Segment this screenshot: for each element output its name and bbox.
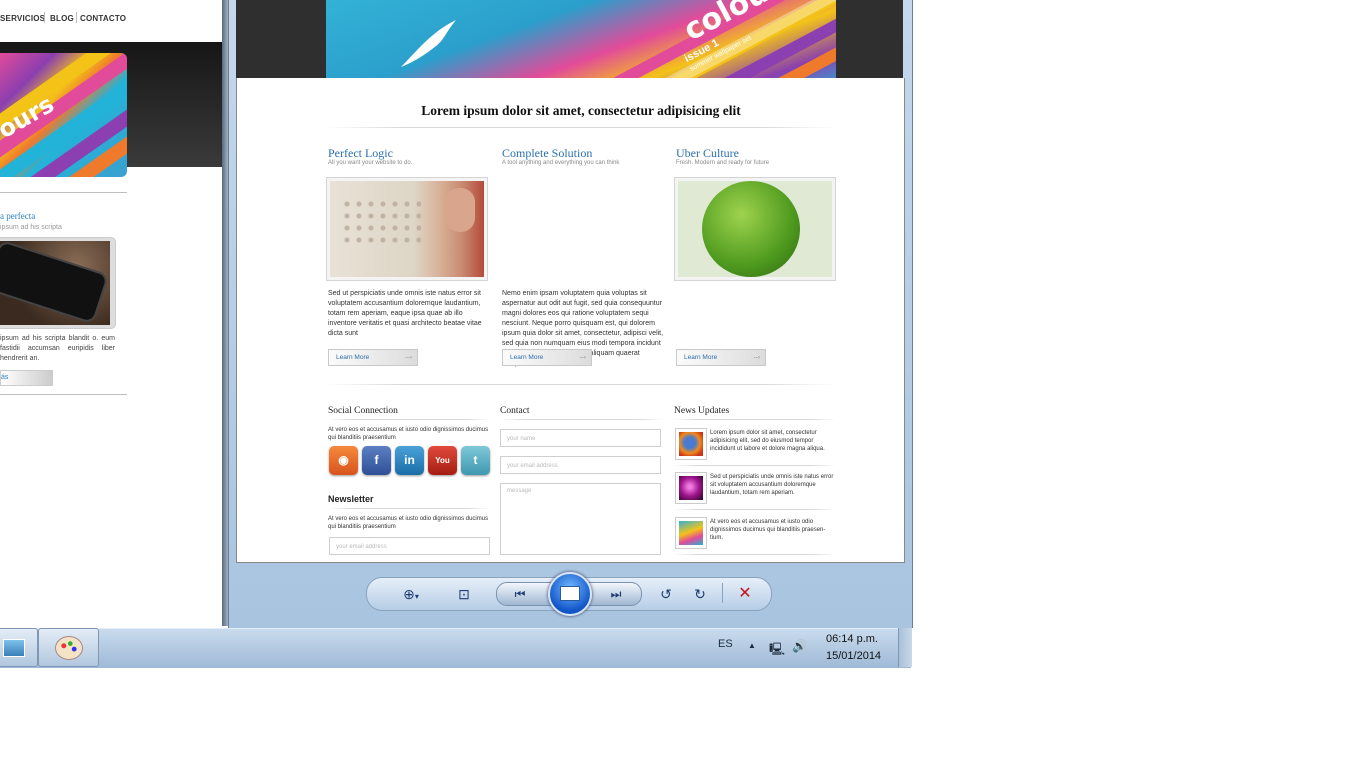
delete-icon[interactable]: ✕ [735,584,755,604]
twitter-icon[interactable]: t [461,446,490,475]
divider [0,394,127,395]
youtube-icon[interactable]: You [428,446,457,475]
column-subtitle: Fresh. Modern and ready for future [676,160,770,166]
left-feature-subtitle: ipsum ad his scripta [0,224,62,231]
left-feature-title: a perfecta [0,211,36,221]
rss-icon[interactable]: ◉ [329,446,358,475]
left-nav: SERVICIOS BLOG CONTACTO [0,8,222,28]
column-title: Perfect Logic [328,146,393,160]
arrow-right-icon: --› [753,354,761,361]
volume-icon[interactable]: 🔊 [792,639,807,653]
learn-more-button[interactable]: Learn More --› [328,349,418,366]
newsletter-email-input[interactable]: your email address [329,537,490,555]
left-more-button[interactable]: ás [0,370,53,386]
clock-time[interactable]: 06:14 p.m. [826,633,878,645]
news-thumbnail[interactable] [675,428,707,460]
divider [0,192,127,193]
previous-icon[interactable]: ⏮ [510,584,530,604]
contact-title: Contact [500,406,530,416]
divider [674,554,836,555]
column-image-green-sphere [674,177,836,281]
divider [326,127,836,128]
taskbar-paint[interactable] [38,628,99,667]
left-feature-image [0,237,116,329]
dolphin-icon [401,20,456,67]
facebook-icon[interactable]: f [362,446,391,475]
network-icon[interactable]: 🖳 [769,640,785,661]
nav-separator [44,12,45,23]
contact-message-textarea[interactable]: message [500,483,661,555]
arrow-right-icon: --› [579,354,587,361]
paint-icon [55,636,83,660]
left-hero-image: ours [0,53,127,177]
social-title: Social Connection [328,406,398,416]
column-image-scream [326,177,488,281]
divider [674,419,836,420]
left-feature-text: ipsum ad his scripta blandit o. eum fast… [0,335,115,362]
left-browser-window: SERVICIOS BLOG CONTACTO ours a perfecta … [0,0,228,626]
slideshow-icon[interactable] [548,572,592,616]
column-title: Uber Culture [676,146,739,160]
news-item-text: Sed ut perspiciatis unde omnis iste natu… [710,474,834,496]
nav-item-servicios[interactable]: SERVICIOS [0,14,45,23]
linkedin-icon[interactable]: in [395,446,424,475]
show-desktop-button[interactable] [898,628,912,667]
newsletter-title: Newsletter [328,494,374,504]
divider [326,384,836,385]
taskbar-photo-viewer[interactable] [0,628,38,667]
page-headline: Lorem ipsum dolor sit amet, consectetur … [421,103,741,118]
divider [674,509,836,510]
column-title: Complete Solution [502,146,593,160]
news-thumbnail[interactable] [675,517,707,549]
contact-name-input[interactable]: your name [500,429,661,447]
arrow-right-icon: --› [405,354,413,361]
news-item-text: At vero eos et accusamus et iusto odio d… [710,519,826,541]
social-text: At vero eos et accusamus et iusto odio d… [328,427,489,441]
nav-item-blog[interactable]: BLOG [50,14,74,23]
language-indicator[interactable]: ES [718,638,733,650]
divider [500,419,662,420]
news-thumbnail[interactable] [675,472,707,504]
photo-viewer-icon [3,639,25,657]
divider [674,465,836,466]
next-icon[interactable]: ⏭ [606,584,626,604]
firefox-icon [679,432,703,456]
rotate-counterclockwise-icon[interactable]: ↺ [656,584,676,604]
divider [328,508,490,509]
zoom-icon[interactable]: ⊕▾ [396,584,426,604]
divider [328,419,490,420]
learn-more-button[interactable]: Learn More --› [502,349,592,366]
news-item-text: Lorem ipsum dolor sit amet, consectetur … [710,430,825,452]
toolbar-separator [722,583,723,603]
column-text: Sed ut perspiciatis unde omnis iste natu… [328,290,482,337]
news-title: News Updates [674,406,730,416]
nav-item-contacto[interactable]: CONTACTO [80,14,126,23]
fit-window-icon[interactable]: ⊡ [454,584,474,604]
learn-more-button[interactable]: Learn More --› [676,349,766,366]
nav-separator [76,12,77,23]
rotate-clockwise-icon[interactable]: ↻ [690,584,710,604]
clock-date[interactable]: 15/01/2014 [826,650,881,662]
show-hidden-icons-icon[interactable]: ▲ [748,641,756,650]
column-subtitle: A tool anything and everything you can t… [502,160,620,166]
contact-email-input[interactable]: your email address [500,456,661,474]
newsletter-text: At vero eos et accusamus et iusto odio d… [328,516,489,530]
column-subtitle: All you want your website to do. [328,160,413,166]
